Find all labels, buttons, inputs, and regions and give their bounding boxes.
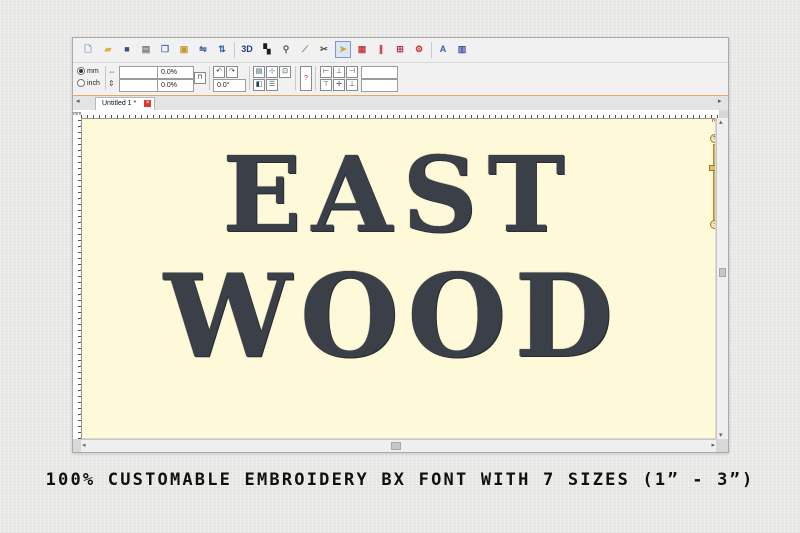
tab-scroll-left-icon[interactable]: ◂ <box>76 97 80 105</box>
separator <box>105 66 106 90</box>
mirror-vertical-icon[interactable]: ⇅ <box>214 41 230 58</box>
paste-icon[interactable]: ▣ <box>176 41 192 58</box>
align-center-icon[interactable]: ✛ <box>333 79 345 91</box>
property-toolbar: mm inch ⇔ ⇕ 0.0% 0.0% ⊓ ↶ ↷ 0.0° ▤ ⊹ ⊡ ◧… <box>73 63 728 94</box>
separator <box>209 66 210 90</box>
width-field[interactable] <box>119 66 158 79</box>
height-field[interactable] <box>119 79 158 92</box>
height-arrow-icon: ⇕ <box>108 79 115 88</box>
save-icon[interactable]: ■ <box>119 41 135 58</box>
height-percent-field[interactable]: 0.0% <box>157 79 194 92</box>
measure-icon[interactable]: ⟋ <box>297 41 313 58</box>
embroidery-canvas[interactable]: EAST WOOD N + − <box>82 119 715 438</box>
document-tab-bar: ◂ Untitled 1 * × ▸ <box>73 95 728 110</box>
zoom-icon[interactable]: ⚲ <box>278 41 294 58</box>
vertical-ruler <box>73 118 82 439</box>
copy-icon[interactable]: ❐ <box>157 41 173 58</box>
compass-icon: N <box>711 119 715 124</box>
color-palette-icon[interactable]: ▚ <box>259 41 275 58</box>
document-tab[interactable]: Untitled 1 * × <box>95 97 156 110</box>
text-tool-icon[interactable]: A <box>435 41 451 58</box>
stitch-icon[interactable]: ✂ <box>316 41 332 58</box>
scroll-left-icon[interactable]: ◂ <box>82 441 86 449</box>
settings-icon[interactable]: ⚙ <box>411 41 427 58</box>
main-toolbar: 🗋 ▰ ■ ▤ ❐ ▣ ⇋ ⇅ 3D ▚ ⚲ ⟋ ✂ ➤ ▦ ∥ ⊞ ⚙ A ▥ <box>73 38 728 63</box>
threads-icon[interactable]: ∥ <box>373 41 389 58</box>
separator <box>431 42 432 58</box>
width-arrow-icon: ⇔ <box>108 67 116 76</box>
position-x-field[interactable] <box>361 66 398 79</box>
promo-caption: 100% CUSTOMABLE EMBROIDERY BX FONT WITH … <box>45 470 755 490</box>
document-tab-label: Untitled 1 * <box>102 100 137 107</box>
scroll-down-icon[interactable]: ▾ <box>719 431 723 439</box>
rotate-right-icon[interactable]: ↷ <box>226 66 238 78</box>
fit-icon[interactable]: ⊡ <box>279 66 291 78</box>
horizontal-scrollbar[interactable]: ◂ ▸ <box>81 439 716 452</box>
help-icon[interactable]: ? <box>300 66 312 91</box>
new-file-icon[interactable]: 🗋 <box>79 41 97 58</box>
unit-inch-label: inch <box>87 79 100 87</box>
separator <box>249 66 250 90</box>
design-text-line-2[interactable]: WOOD <box>82 249 709 383</box>
tab-scroll-right-icon[interactable]: ▸ <box>718 97 722 105</box>
group-icon[interactable]: ◧ <box>253 79 265 91</box>
design-area: mm EAST WOOD N + − ▴ ▾ ◂ ▸ <box>73 110 728 452</box>
zoom-slider[interactable]: + − <box>708 134 715 229</box>
zoom-track[interactable] <box>713 144 715 222</box>
position-y-field[interactable] <box>361 79 398 92</box>
radio-mm[interactable] <box>77 67 85 75</box>
zoom-out-icon[interactable]: − <box>710 220 715 229</box>
unit-mm-label: mm <box>87 67 99 75</box>
hoop-icon[interactable]: ⊞ <box>392 41 408 58</box>
unit-inch-option[interactable]: inch <box>77 79 100 87</box>
align-right-icon[interactable]: ⊣ <box>346 66 358 78</box>
rotate-left-icon[interactable]: ↶ <box>213 66 225 78</box>
embroidery-editor-window: 🗋 ▰ ■ ▤ ❐ ▣ ⇋ ⇅ 3D ▚ ⚲ ⟋ ✂ ➤ ▦ ∥ ⊞ ⚙ A ▥ mm inch ⇔ ⇕ 0.0% 0… <box>72 37 729 453</box>
vertical-scroll-thumb[interactable] <box>719 268 726 277</box>
horizontal-scroll-thumb[interactable] <box>391 442 401 450</box>
object-list-icon[interactable]: ▦ <box>354 41 370 58</box>
align-middle-icon[interactable]: ⊥ <box>333 66 345 78</box>
rotation-field[interactable]: 0.0° <box>213 79 246 92</box>
align-bottom-icon[interactable]: ⊥ <box>346 79 358 91</box>
align-left-icon[interactable]: ⊢ <box>320 66 332 78</box>
align-icon[interactable]: ▤ <box>253 66 265 78</box>
export-icon[interactable]: ▥ <box>454 41 470 58</box>
print-icon[interactable]: ▤ <box>138 41 154 58</box>
design-text-line-1[interactable]: EAST <box>82 133 715 256</box>
scroll-up-icon[interactable]: ▴ <box>719 118 723 126</box>
open-folder-icon[interactable]: ▰ <box>100 41 116 58</box>
distribute-icon[interactable]: ☰ <box>266 79 278 91</box>
mirror-horizontal-icon[interactable]: ⇋ <box>195 41 211 58</box>
zoom-handle[interactable] <box>709 165 715 171</box>
separator <box>234 42 235 58</box>
scroll-right-icon[interactable]: ▸ <box>711 441 715 449</box>
radio-inch[interactable] <box>77 79 85 87</box>
center-icon[interactable]: ⊹ <box>266 66 278 78</box>
width-percent-field[interactable]: 0.0% <box>157 66 194 79</box>
separator <box>295 66 296 90</box>
unit-mm-option[interactable]: mm <box>77 67 99 75</box>
align-top-icon[interactable]: ⊤ <box>320 79 332 91</box>
vertical-scrollbar[interactable]: ▴ ▾ <box>716 118 728 439</box>
separator <box>315 66 316 90</box>
close-tab-icon[interactable]: × <box>144 100 152 107</box>
zoom-in-icon[interactable]: + <box>710 134 715 143</box>
select-pointer-icon[interactable]: ➤ <box>335 41 351 58</box>
view-3d-icon[interactable]: 3D <box>238 41 256 58</box>
horizontal-ruler <box>81 110 719 119</box>
lock-ratio-icon[interactable]: ⊓ <box>194 72 206 84</box>
